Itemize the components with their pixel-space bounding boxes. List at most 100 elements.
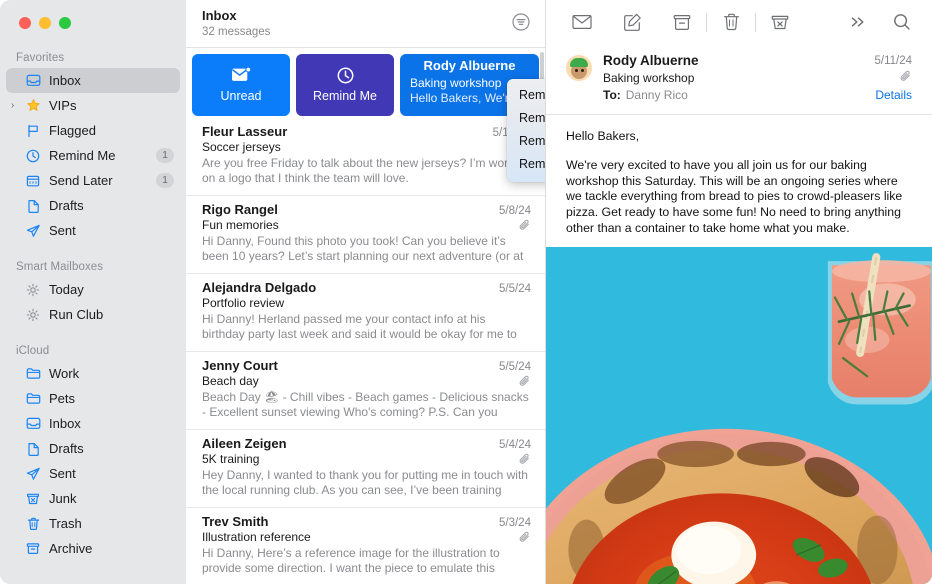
filter-icon[interactable] [511,12,531,32]
minimize-button[interactable] [39,17,51,29]
close-button[interactable] [19,17,31,29]
message-sender: Rigo Rangel [202,202,278,217]
sidebar-item-label: Pets [49,391,76,406]
message-subject: Beach day [202,374,259,388]
sidebar-item-flagged[interactable]: Flagged [6,118,180,143]
compose-pencil-button[interactable] [616,9,648,35]
clock-icon [24,148,42,164]
message-preview: Hey Danny, I wanted to thank you for put… [202,468,528,497]
search-icon[interactable] [886,9,918,35]
sidebar-item-label: Flagged [49,123,96,138]
message-sender: Alejandra Delgado [202,280,317,295]
sidebar-item-label: Remind Me [49,148,116,163]
sidebar-item-icloud-drafts[interactable]: Drafts [6,436,180,461]
toolbar-divider [755,12,756,32]
sidebar-item-today[interactable]: Today [6,277,180,302]
remind-me-context-menu: Remind Me in 1 Hour Remind Me Tonight Re… [507,79,545,182]
sidebar-item-label: Sent [49,223,76,238]
menu-item-remind-1-hour[interactable]: Remind Me in 1 Hour [507,84,545,107]
junk-bin-icon [24,491,42,507]
sidebar-item-label: Drafts [49,441,84,456]
message-subject: Soccer jerseys [202,140,281,154]
chevron-right-icon[interactable]: › [11,100,21,111]
menu-item-remind-later[interactable]: Remind Me Later… [507,153,545,176]
swipe-action-remind-me[interactable]: Remind Me [296,54,394,116]
sidebar-item-run-club[interactable]: Run Club [6,302,180,327]
unread-envelope-icon [231,67,252,84]
avatar [566,55,592,81]
document-icon [24,441,42,457]
message-date: 5/11/24 [874,55,912,67]
archive-button[interactable] [666,9,698,35]
document-icon [24,198,42,214]
sidebar-item-work[interactable]: Work [6,361,180,386]
reading-pane: Rody Albuerne Baking workshop To: Danny R… [546,0,932,584]
message-date: 5/4/24 [499,439,531,451]
sidebar-item-icloud-inbox[interactable]: Inbox [6,411,180,436]
sidebar-item-pets[interactable]: Pets [6,386,180,411]
sidebar-item-trash[interactable]: Trash [6,511,180,536]
table-row[interactable]: Trev Smith 5/3/24 Illustration reference… [186,508,545,584]
table-row[interactable]: Fleur Lasseur 5/10/24 Soccer jerseys Are… [186,118,545,196]
sidebar-item-label: Sent [49,466,76,481]
window-traffic-lights [0,0,186,42]
sidebar-item-label: Send Later [49,173,113,188]
sidebar-item-vips[interactable]: › VIPs [6,93,180,118]
sidebar-item-junk[interactable]: Junk [6,486,180,511]
sidebar-item-label: Drafts [49,198,84,213]
swipe-action-label: Remind Me [313,89,377,103]
message-subject: 5K training [202,452,260,466]
sidebar-item-label: Archive [49,541,93,556]
mark-unread-button[interactable] [566,9,598,35]
message-subject: Illustration reference [202,530,311,544]
folder-icon [24,366,42,382]
zoom-button[interactable] [59,17,71,29]
message-date: 5/5/24 [499,283,531,295]
swipe-action-unread[interactable]: Unread [192,54,290,116]
table-row[interactable]: Jenny Court 5/5/24 Beach day Beach Day 🏖… [186,352,545,430]
table-row[interactable]: Aileen Zeigen 5/4/24 5K training Hey Dan… [186,430,545,508]
sidebar-item-label: Work [49,366,80,381]
message-preview: Are you free Friday to talk about the ne… [202,156,531,185]
paper-plane-icon [24,466,42,482]
unread-badge: 1 [156,148,174,163]
sidebar-item-icloud-sent[interactable]: Sent [6,461,180,486]
table-row[interactable]: Alejandra Delgado 5/5/24 Portfolio revie… [186,274,545,352]
reader-toolbar [546,0,932,44]
trash-icon [24,516,42,532]
sidebar-item-remind-me[interactable]: Remind Me 1 [6,143,180,168]
sidebar-section-smart-mailboxes-title: Smart Mailboxes [16,261,104,273]
toolbar-divider [706,12,707,32]
inbox-tray-icon [24,416,42,432]
sidebar-item-sent[interactable]: Sent [6,218,180,243]
message-body: Hello Bakers, We're very excited to have… [546,115,932,247]
star-icon [24,98,42,114]
message-list-pane: Inbox 32 messages Unread Remind Me Rody … [186,0,546,584]
sidebar-section-icloud-title: iCloud [16,345,50,357]
message-recipients: To: Danny Rico [603,87,866,104]
message-date: 5/5/24 [499,361,531,373]
mailbox-title: Inbox [202,8,237,23]
more-actions-button[interactable] [842,9,874,35]
gear-icon [24,282,42,298]
delete-button[interactable] [715,9,747,35]
table-row[interactable]: Rigo Rangel 5/8/24 Fun memories Hi Danny… [186,196,545,274]
menu-item-remind-tonight[interactable]: Remind Me Tonight [507,107,545,130]
sidebar-item-label: Inbox [49,416,81,431]
pizza-photo-graphic [546,246,932,584]
message-sender: Aileen Zeigen [202,436,287,451]
sidebar-item-drafts[interactable]: Drafts [6,193,180,218]
message-preview: Beach Day 🏖 - Chill vibes - Beach games … [202,390,529,419]
details-link[interactable]: Details [874,87,912,104]
message-subject: Baking workshop [603,71,695,85]
swipe-action-label: Unread [220,89,262,103]
junk-button[interactable] [764,9,796,35]
margherita-pizza-photo [546,246,932,584]
paperclip-icon [519,531,531,544]
sidebar-item-archive[interactable]: Archive [6,536,180,561]
archive-box-icon [24,541,42,557]
menu-item-remind-tomorrow[interactable]: Remind Me Tomorrow [507,130,545,153]
sidebar-item-inbox[interactable]: Inbox [6,68,180,93]
sidebar-item-label: VIPs [49,98,77,113]
sidebar-item-send-later[interactable]: Send Later 1 [6,168,180,193]
